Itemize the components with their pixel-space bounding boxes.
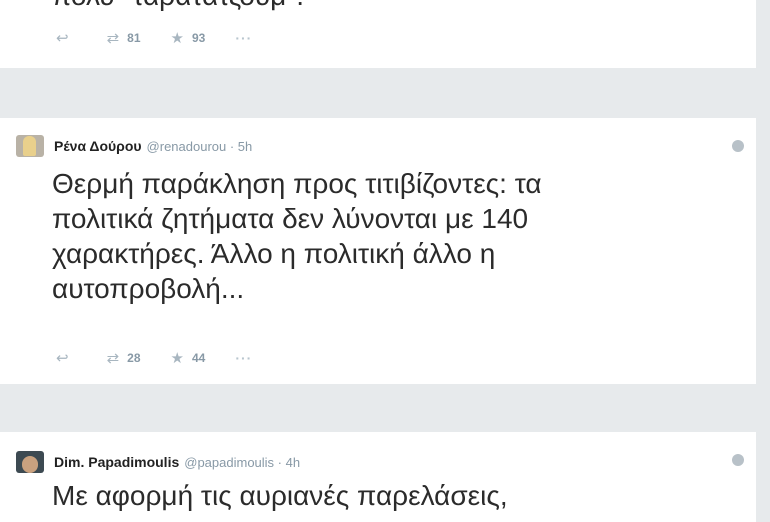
- tweet-header: Dim. Papadimoulis @papadimoulis · 4h: [16, 451, 300, 473]
- star-icon: ★: [170, 30, 184, 47]
- tweet-header: Ρένα Δούρου @renadourou · 5h: [16, 135, 253, 157]
- reply-button[interactable]: ↩: [56, 349, 77, 367]
- reply-button[interactable]: ↩: [56, 29, 77, 47]
- favorite-count: 44: [191, 351, 206, 365]
- retweet-button[interactable]: ⇄ 28: [107, 349, 141, 367]
- reply-icon: ↩: [56, 30, 69, 47]
- globe-icon: [732, 454, 744, 466]
- avatar[interactable]: [16, 451, 44, 473]
- more-button[interactable]: ···: [235, 30, 252, 46]
- author-handle-time[interactable]: @renadourou · 5h: [147, 139, 253, 154]
- retweet-button[interactable]: ⇄ 81: [107, 29, 141, 47]
- reply-icon: ↩: [56, 350, 69, 367]
- retweet-count: 28: [127, 351, 141, 365]
- tweet-card: Ρένα Δούρου @renadourou · 5h Θερμή παράκ…: [0, 118, 756, 384]
- star-icon: ★: [170, 350, 184, 367]
- retweet-icon: ⇄: [106, 350, 120, 367]
- author-handle-time[interactable]: @papadimoulis · 4h: [184, 455, 300, 470]
- retweet-count: 81: [127, 31, 141, 45]
- author-name[interactable]: Ρένα Δούρου: [54, 138, 142, 154]
- retweet-icon: ⇄: [106, 30, 120, 47]
- more-button[interactable]: ···: [235, 350, 252, 366]
- avatar[interactable]: [16, 135, 44, 157]
- tweet-text: Με αφορμή τις αυριανές παρελάσεις,: [52, 480, 508, 511]
- tweet-actions: ↩ ⇄ 28 ★ 44 ···: [56, 348, 282, 368]
- favorite-count: 93: [191, 31, 206, 45]
- tweet-card: Dim. Papadimoulis @papadimoulis · 4h Με …: [0, 432, 756, 522]
- tweet-text: πολύ "ταρατατζούμ".: [52, 0, 304, 13]
- tweet-actions: ↩ ⇄ 81 ★ 93 ···: [56, 28, 282, 48]
- favorite-button[interactable]: ★ 93: [171, 29, 206, 47]
- tweet-card: πολύ "ταρατατζούμ". ↩ ⇄ 81 ★ 93 ···: [0, 0, 756, 68]
- author-name[interactable]: Dim. Papadimoulis: [54, 454, 179, 470]
- globe-icon: [732, 140, 744, 152]
- favorite-button[interactable]: ★ 44: [171, 349, 206, 367]
- tweet-text: Θερμή παράκληση προς τιτιβίζοντες: τα πο…: [52, 168, 542, 304]
